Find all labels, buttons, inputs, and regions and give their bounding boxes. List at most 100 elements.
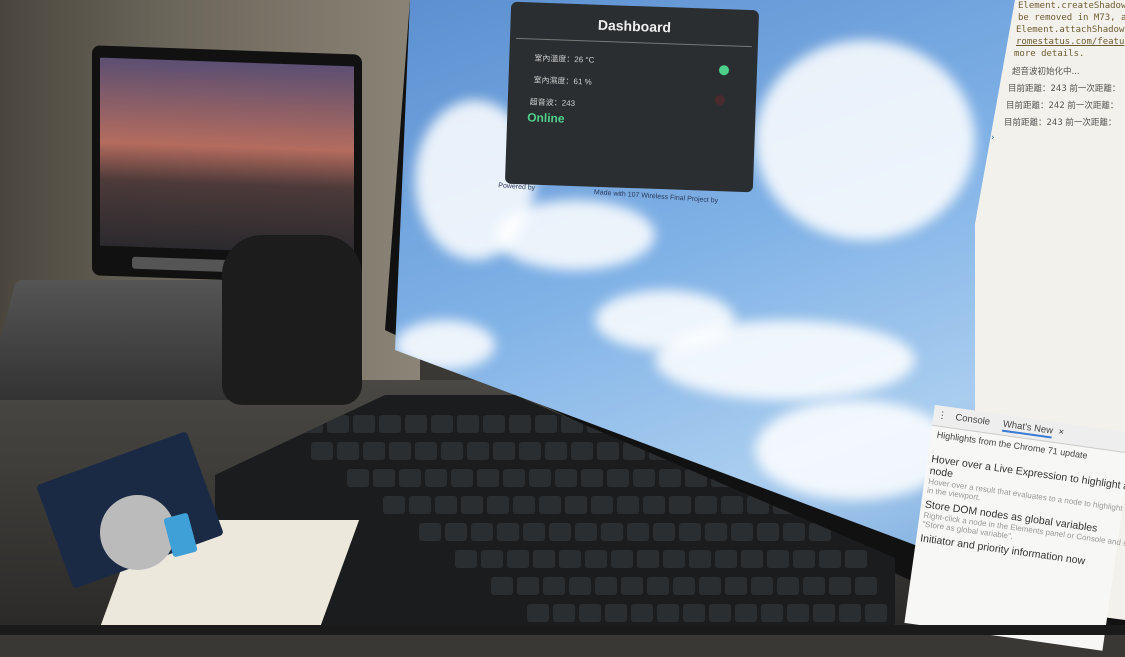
keyboard-key: [539, 496, 561, 514]
keyboard-key: [441, 442, 463, 460]
keyboard-key: [591, 496, 613, 514]
keyboard-key: [471, 523, 493, 541]
tab-whats-new[interactable]: What's New: [1001, 418, 1054, 439]
keyboard-key: [757, 523, 779, 541]
console-prompt[interactable]: ›: [990, 132, 1125, 144]
keyboard-key: [579, 604, 601, 622]
keyboard-key: [503, 469, 525, 487]
dashboard-title: Dashboard: [597, 16, 672, 36]
green-led-indicator: [718, 65, 730, 76]
keyboard-key: [715, 550, 737, 568]
keyboard-key: [549, 523, 571, 541]
keyboard-key: [845, 550, 867, 568]
keyboard-key: [347, 469, 369, 487]
keyboard-key: [633, 469, 655, 487]
console-log: 目前距離：242 前一次距離：: [1006, 101, 1119, 111]
keyboard-key: [829, 577, 851, 595]
keyboard-key: [673, 577, 695, 595]
keyboard-key: [337, 442, 359, 460]
keyboard-key: [647, 577, 669, 595]
keyboard-key: [545, 442, 567, 460]
console-warning-line: be removed in M73, a: [1018, 13, 1125, 23]
keyboard-key: [699, 577, 721, 595]
keyboard-key: [679, 523, 701, 541]
console-warning-link[interactable]: romestatus.com/featu: [1016, 36, 1125, 48]
keyboard-key: [819, 550, 841, 568]
speaker: [222, 235, 362, 405]
keyboard-key: [761, 604, 783, 622]
keyboard-key: [569, 577, 591, 595]
keyboard-key: [735, 604, 757, 622]
keyboard-key: [477, 469, 499, 487]
keyboard-key: [509, 415, 531, 433]
keyboard-key: [663, 550, 685, 568]
laptop-wallpaper: [100, 57, 354, 255]
devtools-drawer: ⋮ Console What's New × Highlights from t…: [904, 405, 1125, 651]
keyboard-key: [559, 550, 581, 568]
keyboard-key: [595, 577, 617, 595]
keyboard-key: [621, 577, 643, 595]
keyboard-key: [415, 442, 437, 460]
keyboard-key: [481, 550, 503, 568]
keyboard-key: [425, 469, 447, 487]
keyboard-key: [627, 523, 649, 541]
keyboard-key: [631, 604, 653, 622]
keyboard-key: [383, 496, 405, 514]
red-led-indicator: [714, 94, 726, 106]
keyboard-key: [581, 469, 603, 487]
keyboard-key: [483, 415, 505, 433]
cloud: [655, 320, 915, 400]
keyboard-key: [813, 604, 835, 622]
keyboard-key: [519, 442, 541, 460]
tab-console[interactable]: Console: [955, 412, 991, 428]
frame-bottom-bar: [0, 625, 1125, 635]
console-warning-line: Element.attachShadow: [1016, 25, 1125, 35]
keyboard-key: [721, 496, 743, 514]
keyboard-key: [741, 550, 763, 568]
keyboard-key: [695, 496, 717, 514]
whats-new-list: Hover over a Live Expression to highligh…: [919, 453, 1125, 578]
keyboard-key: [731, 523, 753, 541]
keyboard-key: [803, 577, 825, 595]
keyboard-key: [683, 604, 705, 622]
keyboard-key: [767, 550, 789, 568]
keyboard-key: [523, 523, 545, 541]
keyboard-key: [571, 442, 593, 460]
keyboard-key: [517, 577, 539, 595]
keyboard-key: [653, 523, 675, 541]
keyboard-key: [705, 523, 727, 541]
keyboard-key: [787, 604, 809, 622]
keyboard-key: [839, 604, 861, 622]
console-output: Element.createShadowRoot be removed in M…: [990, 0, 1125, 144]
keyboard-key: [611, 550, 633, 568]
keyboard-key: [605, 604, 627, 622]
keyboard-key: [431, 415, 453, 433]
keyboard-key: [353, 415, 375, 433]
keyboard-key: [643, 496, 665, 514]
keyboard-key: [533, 550, 555, 568]
keyboard-key: [689, 550, 711, 568]
keyboard-key: [311, 442, 333, 460]
console-warning-line: more details.: [1014, 49, 1085, 59]
keyboard-key: [657, 604, 679, 622]
keyboard-key: [399, 469, 421, 487]
keyboard-key: [709, 604, 731, 622]
keyboard-key: [529, 469, 551, 487]
divider: [515, 37, 752, 48]
cloud: [495, 200, 655, 270]
close-tab-icon[interactable]: ×: [1058, 426, 1065, 438]
drawer-menu-icon[interactable]: ⋮: [937, 410, 948, 422]
keyboard-key: [855, 577, 877, 595]
temperature-reading: 室內溫度：26 °C: [534, 53, 595, 65]
keyboard-key: [419, 523, 441, 541]
console-log: 超音波初始化中...: [1012, 67, 1080, 77]
keyboard-key: [793, 550, 815, 568]
keyboard-key: [513, 496, 535, 514]
keyboard-key: [487, 496, 509, 514]
keyboard-key: [451, 469, 473, 487]
keyboard-key: [405, 415, 427, 433]
keyboard-key: [507, 550, 529, 568]
keyboard-key: [777, 577, 799, 595]
keyboard-key: [445, 523, 467, 541]
keyboard-key: [379, 415, 401, 433]
